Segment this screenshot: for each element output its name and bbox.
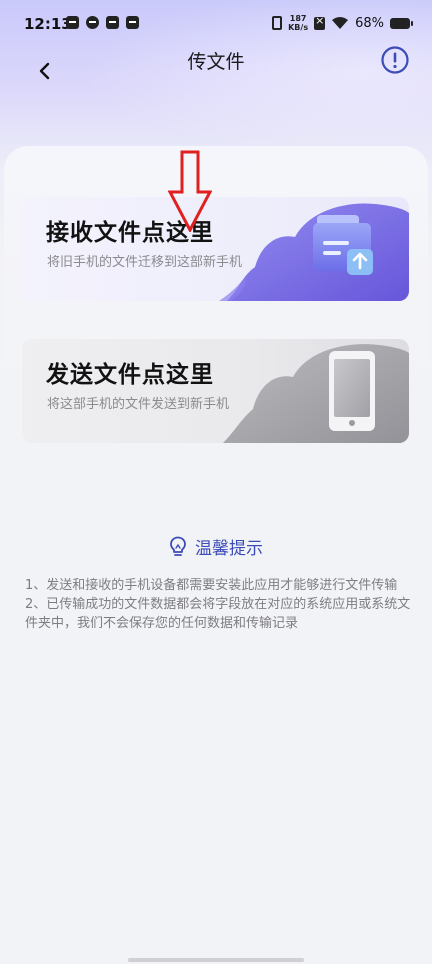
notification-icon bbox=[106, 16, 119, 29]
net-speed-unit: KB/s bbox=[288, 23, 309, 32]
page-title: 传文件 bbox=[187, 51, 245, 73]
send-files-card[interactable]: 发送文件点这里 将这部手机的文件发送到新手机 bbox=[22, 339, 409, 443]
tips-body: 1、发送和接收的手机设备都需要安装此应用才能够进行文件传输 2、已传输成功的文件… bbox=[25, 576, 417, 633]
screen: 12:13 187 KB/s 68% 传文件 bbox=[0, 0, 432, 964]
net-speed: 187 KB/s bbox=[288, 14, 308, 32]
home-indicator[interactable] bbox=[128, 958, 304, 962]
tips-title: 温馨提示 bbox=[195, 539, 263, 559]
lightbulb-icon bbox=[170, 536, 186, 556]
status-bar: 12:13 187 KB/s 68% bbox=[0, 0, 432, 50]
wifi-icon bbox=[332, 17, 349, 29]
tip-item: 1、发送和接收的手机设备都需要安装此应用才能够进行文件传输 bbox=[25, 578, 398, 593]
vibrate-icon bbox=[272, 16, 283, 30]
info-icon[interactable] bbox=[380, 45, 410, 75]
receive-card-description: 将旧手机的文件迁移到这部新手机 bbox=[47, 255, 243, 270]
send-card-title: 发送文件点这里 bbox=[46, 362, 214, 388]
tip-item: 2、已传输成功的文件数据都会将字段放在对应的系统应用或系统文件夹中，我们不会保存… bbox=[25, 597, 411, 631]
notification-icons bbox=[66, 16, 139, 29]
net-speed-value: 187 bbox=[289, 14, 307, 23]
phone-icon bbox=[223, 344, 409, 443]
notification-icon bbox=[86, 16, 99, 29]
sim-icon bbox=[314, 14, 326, 30]
notification-icon bbox=[126, 16, 139, 29]
status-right: 187 KB/s 68% bbox=[272, 14, 413, 32]
receive-files-card[interactable]: 接收文件点这里 将旧手机的文件迁移到这部新手机 bbox=[22, 197, 409, 301]
tips-header: 温馨提示 bbox=[0, 534, 432, 559]
status-time: 12:13 bbox=[24, 15, 72, 33]
notification-icon bbox=[66, 16, 79, 29]
send-card-description: 将这部手机的文件发送到新手机 bbox=[47, 397, 230, 412]
battery-icon bbox=[390, 17, 413, 29]
folder-upload-icon bbox=[219, 203, 409, 301]
battery-percent: 68% bbox=[355, 15, 384, 31]
down-arrow-icon bbox=[168, 150, 212, 232]
